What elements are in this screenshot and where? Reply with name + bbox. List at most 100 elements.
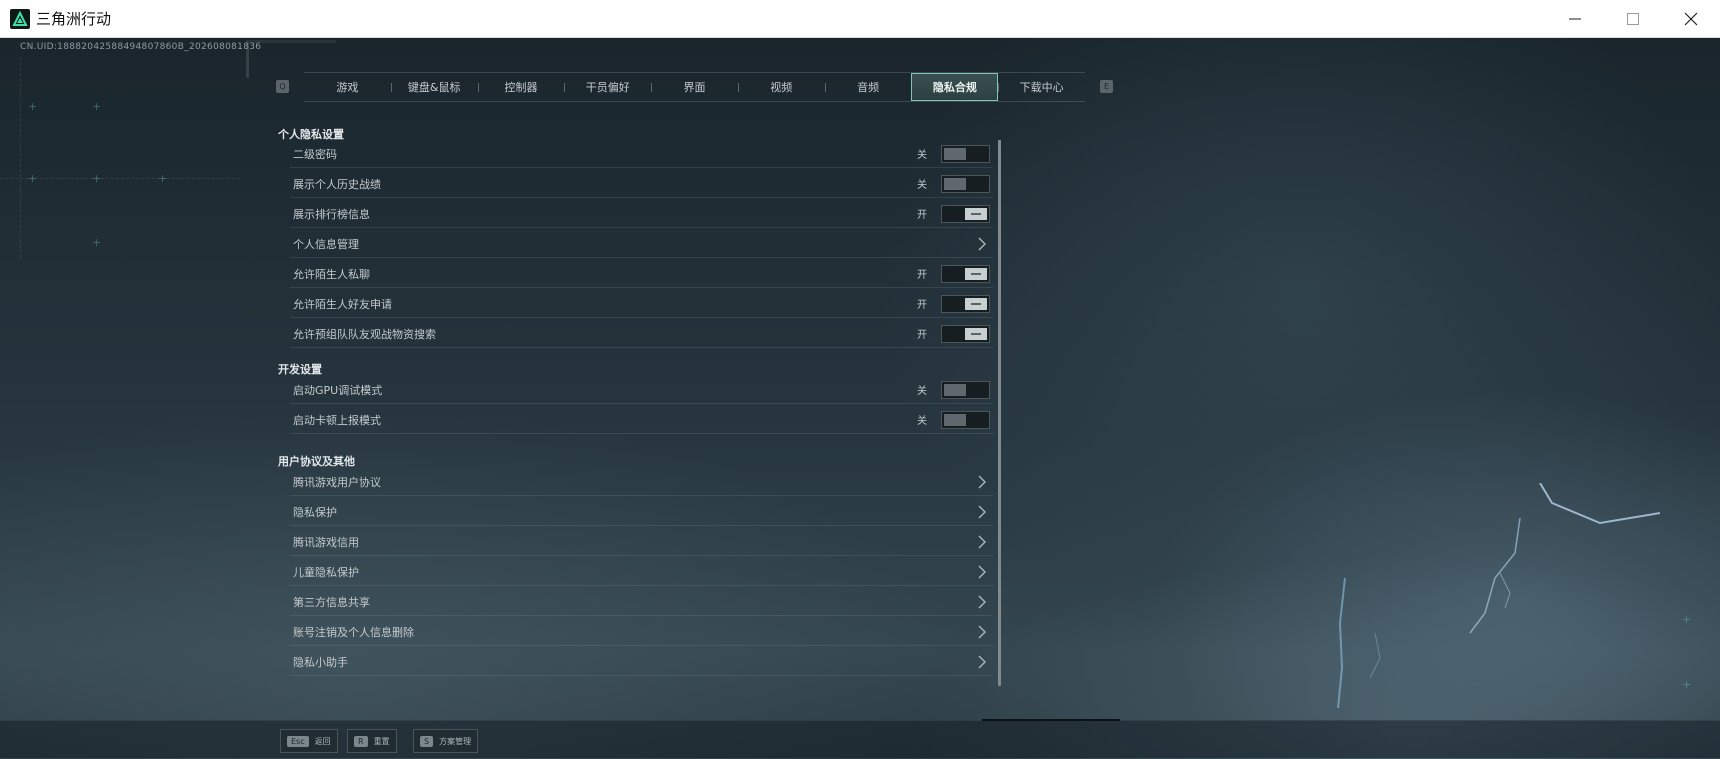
minimize-button[interactable] xyxy=(1546,0,1604,38)
setting-label: 展示个人历史战绩 xyxy=(293,177,381,191)
hint-key: Esc xyxy=(287,735,309,747)
toggle-state-text: 关 xyxy=(917,180,927,191)
setting-label: 腾讯游戏信用 xyxy=(293,535,359,549)
lightning-artwork xyxy=(1337,483,1660,709)
tab-3[interactable]: 干员偏好 xyxy=(564,73,651,101)
chevron-right-icon xyxy=(975,624,989,640)
toggle-state-text: 关 xyxy=(917,386,927,397)
chevron-right-icon xyxy=(975,654,989,670)
decor-line xyxy=(20,58,21,258)
hint-button-2[interactable]: S 方案管理 xyxy=(413,729,479,753)
toggle-state-text: 关 xyxy=(917,416,927,427)
setting-toggle[interactable] xyxy=(941,381,990,399)
setting-label: 隐私保护 xyxy=(293,505,337,519)
decor-plus-icon: + xyxy=(28,100,38,113)
section-title-dev: 开发设置 xyxy=(278,363,322,376)
setting-row-agreements-3[interactable]: 儿童隐私保护 xyxy=(290,558,993,586)
chevron-right-icon xyxy=(975,594,989,610)
toggle-knob xyxy=(965,328,987,340)
bottom-hint-bar: Esc 返回 R 重置 S 方案管理 xyxy=(0,720,1720,758)
toggle-knob xyxy=(965,268,987,280)
hint-label: 重置 xyxy=(373,736,390,746)
toggle-knob xyxy=(965,208,987,220)
setting-row-privacy-1: 展示个人历史战绩 关 xyxy=(290,170,993,198)
tab-1[interactable]: 键盘&鼠标 xyxy=(390,73,478,101)
setting-label: 账号注销及个人信息删除 xyxy=(293,625,414,639)
hint-button-1[interactable]: R 重置 xyxy=(347,729,397,753)
tab-7[interactable]: 隐私合规 xyxy=(911,73,999,101)
setting-toggle[interactable] xyxy=(941,325,990,343)
close-icon xyxy=(1684,12,1698,25)
settings-panel: 个人隐私设置 二级密码关展示个人历史战绩关展示排行榜信息开个人信息管理 允许陌生人私… xyxy=(278,126,993,731)
setting-toggle[interactable] xyxy=(941,265,990,283)
setting-row-privacy-6: 允许预组队队友观战物资搜索 开 xyxy=(290,320,993,348)
setting-row-agreements-4[interactable]: 第三方信息共享 xyxy=(290,588,993,616)
settings-scrollbar[interactable] xyxy=(998,140,1001,686)
window-title: 三角洲行动 xyxy=(36,10,112,28)
setting-toggle[interactable] xyxy=(941,295,990,313)
game-viewport: CN.UID:18882042588494807860B_20260808183… xyxy=(0,38,1720,759)
setting-label: 展示排行榜信息 xyxy=(293,207,370,221)
chevron-right-icon xyxy=(975,474,989,490)
decor-plus-icon: + xyxy=(1682,678,1692,691)
toggle-state-text: 开 xyxy=(917,330,927,341)
hint-key: S xyxy=(420,735,434,747)
app-logo-icon xyxy=(10,8,30,29)
setting-label: 允许陌生人好友申请 xyxy=(293,297,392,311)
setting-row-privacy-5: 允许陌生人好友申请 开 xyxy=(290,290,993,318)
setting-label: 隐私小助手 xyxy=(293,655,348,669)
hint-button-0[interactable]: Esc 返回 xyxy=(280,729,338,753)
setting-toggle[interactable] xyxy=(941,145,990,163)
toggle-knob xyxy=(944,178,966,190)
setting-toggle[interactable] xyxy=(941,411,990,429)
setting-label: 第三方信息共享 xyxy=(293,595,370,609)
setting-row-dev-0: 启动GPU调试模式 关 xyxy=(290,376,993,404)
maximize-icon xyxy=(1627,12,1639,25)
hint-label: 方案管理 xyxy=(439,736,472,746)
tab-2[interactable]: 控制器 xyxy=(477,73,565,101)
decor-plus-icon: + xyxy=(92,172,102,185)
hint-label: 返回 xyxy=(314,736,331,746)
close-button[interactable] xyxy=(1662,0,1720,38)
decor-plus-icon: + xyxy=(158,172,168,185)
tab-6[interactable]: 音频 xyxy=(824,73,912,101)
setting-row-agreements-0[interactable]: 腾讯游戏用户协议 xyxy=(290,468,993,496)
toggle-state-text: 开 xyxy=(917,300,927,311)
tab-list: 游戏 键盘&鼠标 控制器 干员偏好 界面 视频 音频 隐私合规 下载中心 xyxy=(304,72,1085,102)
window-titlebar: 三角洲行动 xyxy=(0,0,1720,38)
setting-toggle[interactable] xyxy=(941,205,990,223)
chevron-right-icon xyxy=(975,534,989,550)
setting-row-privacy-3[interactable]: 个人信息管理 xyxy=(290,230,993,258)
toggle-state-text: 开 xyxy=(917,210,927,221)
setting-row-dev-1: 启动卡顿上报模式 关 xyxy=(290,406,993,434)
setting-row-privacy-0: 二级密码 关 xyxy=(290,140,993,168)
setting-row-agreements-6[interactable]: 隐私小助手 xyxy=(290,648,993,676)
setting-label: 个人信息管理 xyxy=(293,237,359,251)
setting-toggle[interactable] xyxy=(941,175,990,193)
toggle-knob xyxy=(944,384,966,396)
setting-row-agreements-5[interactable]: 账号注销及个人信息删除 xyxy=(290,618,993,646)
hint-key: R xyxy=(354,735,368,747)
setting-row-privacy-4: 允许陌生人私聊 开 xyxy=(290,260,993,288)
setting-label: 启动GPU调试模式 xyxy=(293,383,383,397)
tab-0[interactable]: 游戏 xyxy=(304,73,391,101)
settings-tabbar: Q 游戏 键盘&鼠标 控制器 干员偏好 界面 视频 音频 隐私合规 下载中心 E xyxy=(276,72,1113,102)
tab-8[interactable]: 下载中心 xyxy=(998,73,1085,101)
taskbar-indicator xyxy=(982,719,1120,721)
decor-plus-icon: + xyxy=(28,172,38,185)
tab-prev-key[interactable]: Q xyxy=(276,80,289,93)
minimize-icon xyxy=(1569,18,1581,19)
chevron-right-icon xyxy=(975,504,989,520)
toggle-state-text: 开 xyxy=(917,270,927,281)
toggle-knob xyxy=(965,298,987,310)
maximize-button[interactable] xyxy=(1604,0,1662,38)
tab-5[interactable]: 视频 xyxy=(737,73,825,101)
chevron-right-icon xyxy=(975,564,989,580)
setting-row-agreements-2[interactable]: 腾讯游戏信用 xyxy=(290,528,993,556)
tab-4[interactable]: 界面 xyxy=(651,73,738,101)
setting-row-agreements-1[interactable]: 隐私保护 xyxy=(290,498,993,526)
setting-label: 允许预组队队友观战物资搜索 xyxy=(293,327,436,341)
toggle-knob xyxy=(944,414,966,426)
toggle-knob xyxy=(944,148,966,160)
tab-next-key[interactable]: E xyxy=(1100,80,1113,93)
